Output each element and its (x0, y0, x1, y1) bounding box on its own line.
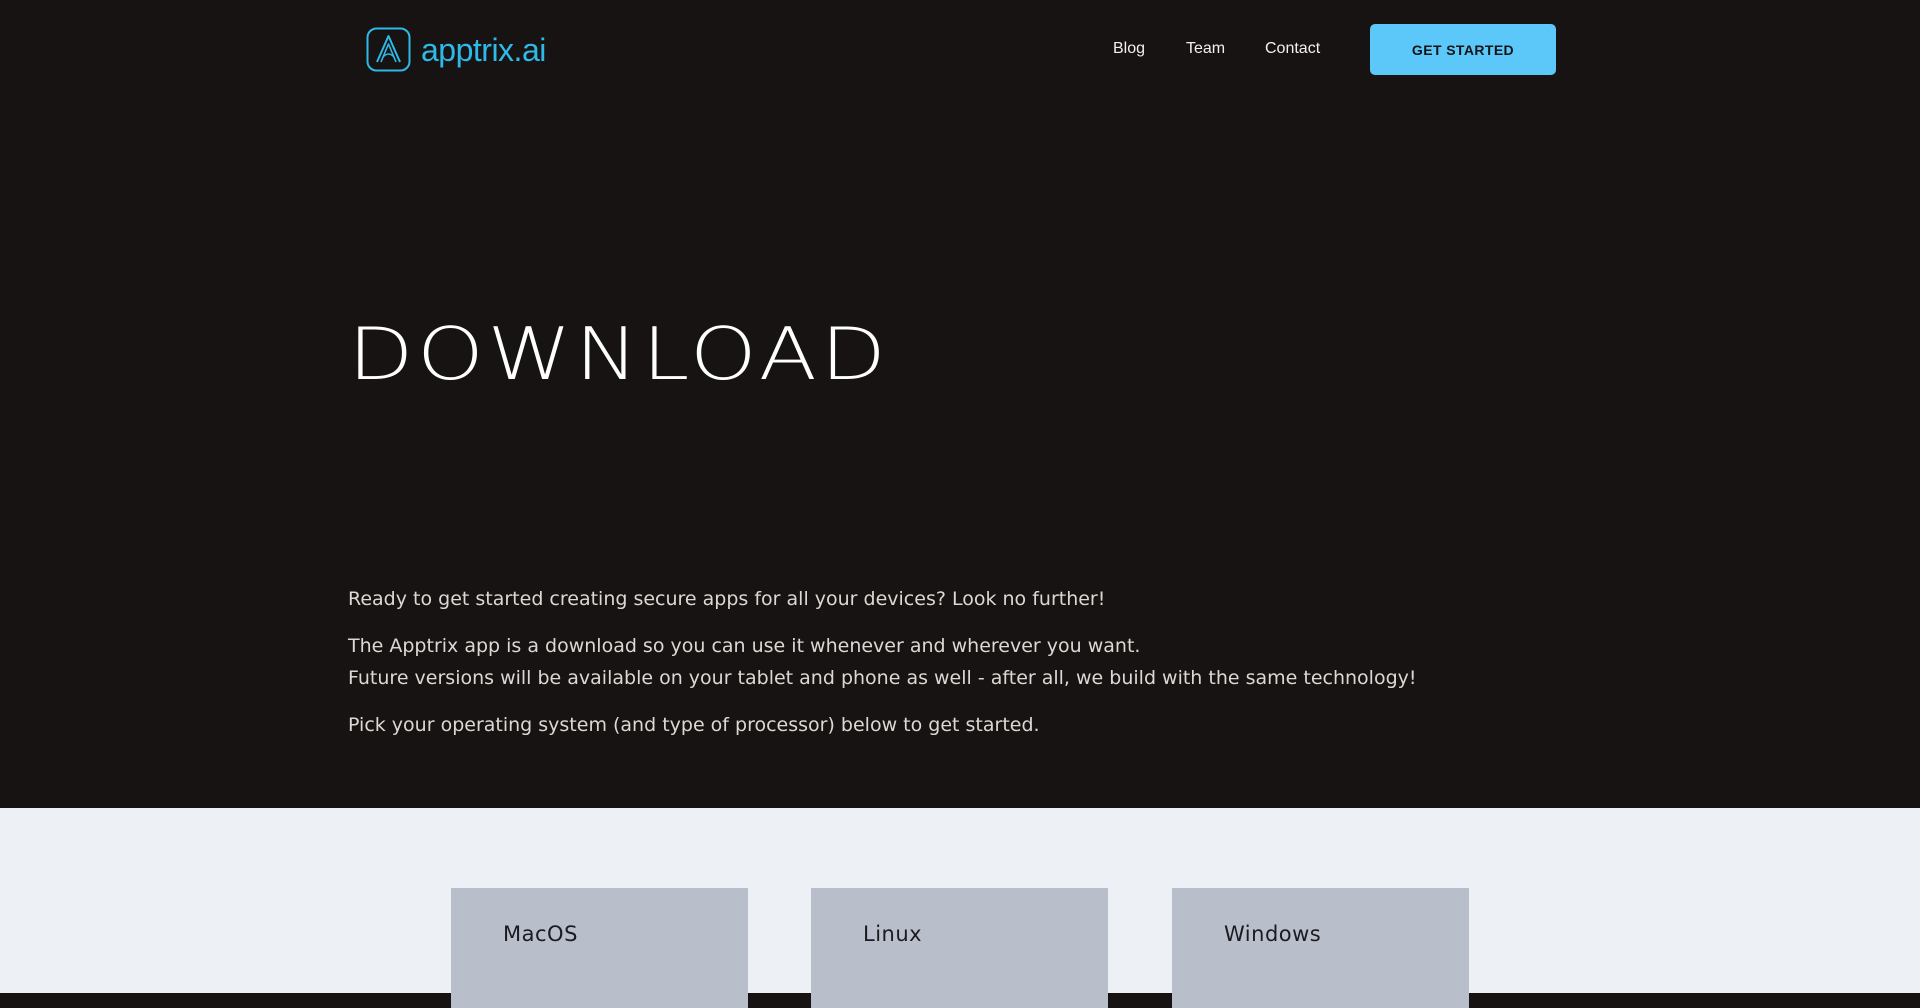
intro-paragraph-2-line-1: The Apptrix app is a download so you can… (348, 635, 1141, 657)
intro-copy: Ready to get started creating secure app… (348, 583, 1568, 756)
intro-paragraph-2: The Apptrix app is a download so you can… (348, 630, 1568, 694)
nav-link-contact[interactable]: Contact (1265, 38, 1320, 60)
download-card-label: Linux (863, 922, 923, 946)
download-options-section: MacOS Linux Windows (0, 808, 1920, 1008)
get-started-button[interactable]: GET STARTED (1370, 24, 1556, 75)
brand-name: apptrix.ai (421, 31, 546, 68)
hero-section: apptrix.ai Blog Team Contact GET STARTED… (0, 0, 1920, 808)
download-card-windows[interactable]: Windows (1172, 888, 1469, 1008)
page-title: DOWNLOAD (348, 312, 890, 396)
download-card-label: MacOS (503, 922, 578, 946)
intro-paragraph-1: Ready to get started creating secure app… (348, 588, 1106, 610)
top-navigation: apptrix.ai Blog Team Contact GET STARTED (0, 0, 1920, 98)
nav-link-blog[interactable]: Blog (1113, 38, 1145, 60)
intro-paragraph-2-line-2: Future versions will be available on you… (348, 667, 1417, 689)
apptrix-a-logo-icon (366, 27, 411, 72)
download-card-macos[interactable]: MacOS (451, 888, 748, 1008)
nav-link-team[interactable]: Team (1186, 38, 1225, 60)
intro-paragraph-3: Pick your operating system (and type of … (348, 714, 1040, 736)
download-card-label: Windows (1224, 922, 1322, 946)
download-card-linux[interactable]: Linux (811, 888, 1108, 1008)
brand-logo-link[interactable]: apptrix.ai (366, 27, 546, 72)
